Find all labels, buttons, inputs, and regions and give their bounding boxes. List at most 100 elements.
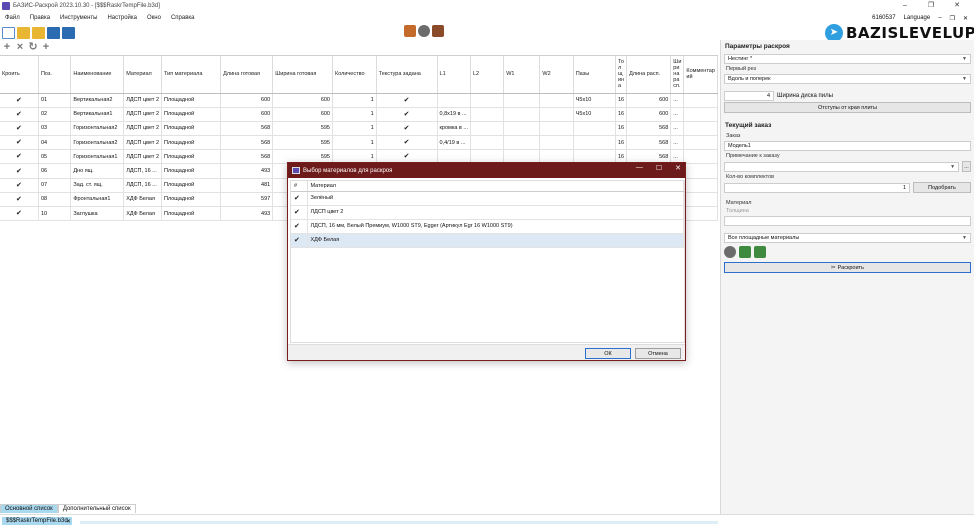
cut-button[interactable]: ✂ Раскроить bbox=[724, 262, 971, 273]
cell-grooves[interactable] bbox=[573, 135, 616, 151]
cell-comment[interactable] bbox=[683, 178, 718, 193]
cell-material[interactable]: ЛДСП цвет 2 bbox=[123, 135, 162, 151]
cell-len_cut[interactable]: 600 bbox=[626, 93, 672, 108]
cell-thick[interactable]: 16 bbox=[615, 107, 628, 122]
column-header[interactable]: То л щ ин а bbox=[615, 56, 628, 94]
tab-main-list[interactable]: Основной список bbox=[0, 504, 58, 513]
cell-comment[interactable] bbox=[683, 163, 718, 179]
cell-comment[interactable] bbox=[683, 121, 718, 137]
maximize-button[interactable]: ❐ bbox=[918, 0, 944, 12]
cell-l2[interactable] bbox=[470, 107, 505, 122]
cell-material[interactable]: ЛДСП, 16 ... bbox=[123, 163, 162, 179]
cell-type[interactable]: Площадной bbox=[161, 149, 222, 165]
menu-window[interactable]: Окно bbox=[142, 15, 166, 21]
cell-w2[interactable] bbox=[539, 121, 574, 137]
column-header[interactable]: Поз. bbox=[38, 56, 72, 94]
language-menu[interactable]: Language bbox=[902, 15, 933, 21]
column-header[interactable]: Количество bbox=[332, 56, 377, 94]
order-note-select[interactable]: ▼ bbox=[724, 161, 960, 172]
cell-name[interactable]: Вертикальная1 bbox=[70, 107, 125, 122]
cell-length[interactable]: 568 bbox=[220, 121, 274, 137]
cell-len_cut[interactable]: 568 bbox=[626, 121, 672, 137]
cell-name[interactable]: Вертикальная2 bbox=[70, 93, 125, 108]
column-header[interactable]: Длина готовая bbox=[220, 56, 274, 94]
cell-pos[interactable]: 05 bbox=[38, 149, 72, 165]
cell-len_cut[interactable]: 568 bbox=[626, 135, 672, 151]
cut-checkbox[interactable]: ✔ bbox=[0, 107, 39, 122]
cell-type[interactable]: Площадной bbox=[161, 107, 222, 122]
order-input[interactable]: Модель1 bbox=[724, 141, 971, 151]
cell-type[interactable]: Площадной bbox=[161, 93, 222, 108]
cell-thick[interactable]: 16 bbox=[615, 121, 628, 137]
cell-comment[interactable] bbox=[683, 206, 718, 222]
material-row[interactable]: ✔ Зелёный bbox=[291, 191, 684, 206]
column-header[interactable]: L1 bbox=[437, 56, 471, 94]
cell-len_cut[interactable]: 600 bbox=[626, 107, 672, 122]
cell-length[interactable]: 493 bbox=[220, 163, 274, 179]
texture-checkbox[interactable]: ✔ bbox=[376, 135, 438, 151]
cut-checkbox[interactable]: ✔ bbox=[0, 121, 39, 137]
texture-checkbox[interactable]: ✔ bbox=[376, 121, 438, 137]
delete-row-icon[interactable]: × bbox=[15, 42, 25, 53]
cell-type[interactable]: Площадной bbox=[161, 192, 222, 208]
cell-w1[interactable] bbox=[503, 121, 541, 137]
cell-material[interactable]: ЛДСП, 16 ... bbox=[123, 178, 162, 193]
cell-length[interactable]: 600 bbox=[220, 93, 274, 108]
tab-extra-list[interactable]: Дополнительный список bbox=[57, 504, 136, 513]
material-checkbox[interactable]: ✔ bbox=[291, 233, 308, 248]
table-row[interactable]: ✔ 02 Вертикальная1 ЛДСП цвет 2 Площадной 600 6… bbox=[0, 107, 718, 122]
horizontal-scrollbar[interactable] bbox=[80, 521, 718, 524]
cut-checkbox[interactable]: ✔ bbox=[0, 178, 39, 193]
cell-width_cut[interactable]: ... bbox=[670, 107, 685, 122]
cell-name[interactable]: Дно ящ. bbox=[70, 163, 125, 179]
refresh-icon[interactable]: ↻ bbox=[28, 42, 38, 53]
column-header[interactable]: Ширина готовая bbox=[272, 56, 333, 94]
material-row[interactable]: ✔ ЛДСП цвет 2 bbox=[291, 205, 684, 220]
cell-pos[interactable]: 07 bbox=[38, 178, 72, 193]
cell-comment[interactable] bbox=[683, 135, 718, 151]
first-cut-select[interactable]: Вдоль и поперек ▼ bbox=[724, 74, 971, 84]
cell-l2[interactable] bbox=[470, 135, 505, 151]
cell-w2[interactable] bbox=[539, 107, 574, 122]
cell-length[interactable]: 481 bbox=[220, 178, 274, 193]
material-row[interactable]: ✔ ЛДСП, 16 мм, Белый Премиум, W1000 ST9, … bbox=[291, 219, 684, 234]
minimize-button[interactable]: – bbox=[892, 0, 918, 12]
dialog-close-button[interactable]: ✕ bbox=[675, 164, 681, 172]
cell-name[interactable]: Заглушка bbox=[70, 206, 125, 222]
cell-l1[interactable] bbox=[437, 93, 471, 108]
open-file-icon[interactable] bbox=[17, 27, 30, 39]
cell-width[interactable]: 600 bbox=[272, 93, 333, 108]
cut-checkbox[interactable]: ✔ bbox=[0, 206, 39, 222]
cut-checkbox[interactable]: ✔ bbox=[0, 192, 39, 208]
cell-qty[interactable]: 1 bbox=[332, 107, 377, 122]
cell-material[interactable]: ХДФ Белая bbox=[123, 192, 162, 208]
cell-width[interactable]: 595 bbox=[272, 135, 333, 151]
cell-pos[interactable]: 06 bbox=[38, 163, 72, 179]
cell-w1[interactable] bbox=[503, 135, 541, 151]
texture-checkbox[interactable]: ✔ bbox=[376, 93, 438, 108]
cell-grooves[interactable]: Ч5х10 bbox=[573, 93, 616, 108]
document-tab[interactable]: $$$RaskrTempFile.b3d bbox=[2, 517, 72, 525]
material-row[interactable]: ✔ ХДФ Белая bbox=[291, 233, 684, 248]
save-as-icon[interactable] bbox=[62, 27, 75, 39]
column-header[interactable]: Длина расп. bbox=[626, 56, 672, 94]
saw-width-input[interactable]: 4 bbox=[724, 91, 774, 101]
cancel-button[interactable]: Отмена bbox=[635, 348, 681, 359]
ok-button[interactable]: ОК bbox=[585, 348, 631, 359]
add-row-icon[interactable]: + bbox=[2, 42, 12, 53]
cell-comment[interactable] bbox=[683, 149, 718, 165]
machine-icon[interactable] bbox=[432, 25, 444, 37]
cell-width_cut[interactable]: ... bbox=[670, 135, 685, 151]
gear-icon[interactable] bbox=[418, 25, 430, 37]
document-tab-close-icon[interactable]: ✕ bbox=[66, 518, 71, 525]
doc-restore-button[interactable]: ❐ bbox=[948, 15, 957, 22]
cell-length[interactable]: 600 bbox=[220, 107, 274, 122]
cell-thick[interactable]: 16 bbox=[615, 135, 628, 151]
cell-w2[interactable] bbox=[539, 135, 574, 151]
cell-length[interactable]: 493 bbox=[220, 206, 274, 222]
cell-type[interactable]: Площадной bbox=[161, 135, 222, 151]
cell-l1[interactable]: 0,4/19 в ... bbox=[437, 135, 471, 151]
cell-comment[interactable] bbox=[683, 107, 718, 122]
texture-checkbox[interactable]: ✔ bbox=[376, 107, 438, 122]
insert-icon[interactable]: + bbox=[41, 42, 51, 53]
